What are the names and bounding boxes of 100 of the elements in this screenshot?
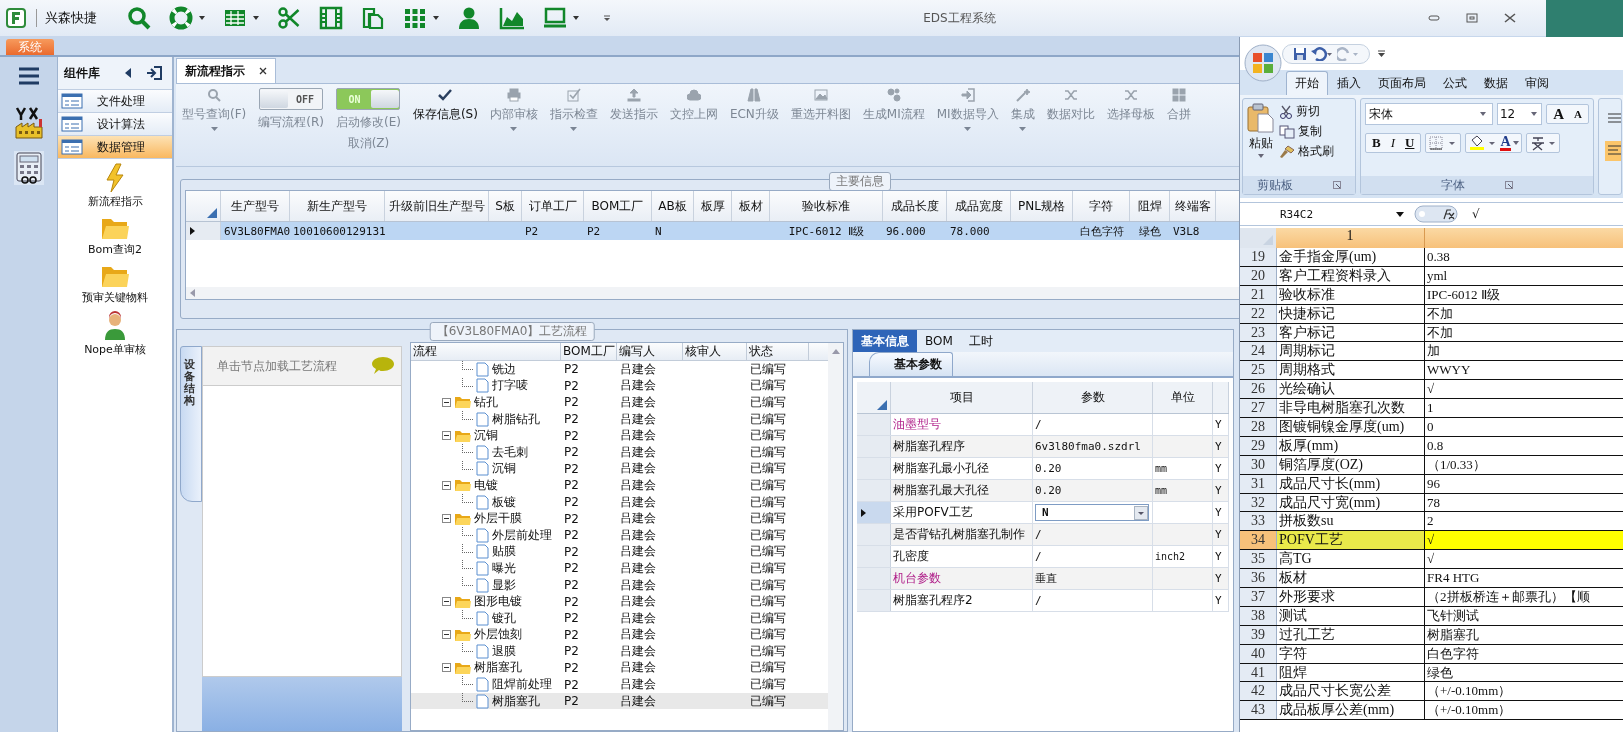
close-icon[interactable] [1504, 13, 1516, 23]
tree-item[interactable]: 铣边 [492, 360, 516, 378]
side-tab[interactable]: 设备结构 [180, 346, 202, 502]
align-left-icon[interactable] [1605, 141, 1621, 161]
column-header[interactable]: 新生产型号 [290, 191, 385, 221]
tree-item[interactable]: 打字唛 [492, 377, 528, 395]
document-tab[interactable]: 新流程指示 [176, 58, 276, 83]
tree-row[interactable]: 树脂塞孔 P2 吕建会 已编写 [411, 659, 828, 677]
collapse-icon[interactable] [442, 514, 451, 524]
caret-icon[interactable] [1134, 505, 1148, 520]
bold-button[interactable]: B [1368, 135, 1385, 151]
tree-item[interactable]: 板镀 [492, 493, 516, 511]
row-header[interactable]: 42 [1240, 682, 1277, 701]
login-icon[interactable] [146, 66, 162, 80]
formula-field[interactable]: √ [1462, 207, 1623, 221]
dialog-launcher-icon[interactable] [1333, 181, 1341, 189]
component-label[interactable]: 新流程指示 [87, 194, 143, 209]
tree-item[interactable]: 镀孔 [492, 609, 516, 627]
tree-row[interactable]: 外层前处理 P2 吕建会 已编写 [411, 526, 828, 544]
tree-row[interactable]: 沉铜 P2 吕建会 已编写 [411, 427, 828, 444]
font-size-field[interactable]: 12 [1496, 103, 1543, 125]
cut-button[interactable]: 剪切 [1279, 103, 1334, 120]
column-header[interactable]: 字符 [1073, 191, 1130, 221]
column-header[interactable]: 升级前旧生产型号 [385, 191, 489, 221]
row-header[interactable]: 37 [1240, 588, 1277, 606]
column-header[interactable]: AB板 [652, 191, 694, 221]
film-icon[interactable] [319, 6, 343, 30]
tree-row[interactable]: 电镀 P2 吕建会 已编写 [411, 477, 828, 494]
column-header[interactable]: 编写人 [617, 343, 683, 360]
row-header[interactable]: 43 [1240, 701, 1277, 720]
column-header[interactable]: 板厚 [694, 191, 732, 221]
tree-row[interactable]: 钻孔 P2 吕建会 已编写 [411, 394, 828, 411]
save-icon[interactable] [1293, 46, 1307, 61]
collapse-icon[interactable] [124, 68, 132, 78]
tree-item[interactable]: 贴膜 [492, 543, 516, 561]
ribbon-tab[interactable]: 页面布局 [1370, 72, 1434, 95]
tree-item[interactable]: 树脂塞孔 [492, 692, 540, 710]
tree-row[interactable]: 沉铜 P2 吕建会 已编写 [411, 460, 828, 478]
grow-font-button[interactable]: A [1549, 105, 1569, 123]
tab[interactable]: 基本信息 [853, 330, 917, 352]
area-chart-icon[interactable] [499, 6, 525, 30]
column-header[interactable]: 项目 [891, 382, 1033, 413]
caret-icon[interactable] [433, 16, 439, 20]
parameter-value[interactable]: 0.20 [1035, 462, 1062, 475]
row-header[interactable]: 36 [1240, 569, 1277, 588]
tab[interactable]: 工时 [960, 330, 1001, 352]
column-header[interactable]: 生产型号 [221, 191, 290, 221]
column-header[interactable]: 板材 [732, 191, 770, 221]
tree-row[interactable]: 贴膜 P2 吕建会 已编写 [411, 543, 828, 561]
tree-row[interactable]: 外层干膜 P2 吕建会 已编写 [411, 510, 828, 527]
shrink-font-button[interactable]: A [1570, 108, 1586, 120]
column-header[interactable]: BOM工厂 [561, 343, 617, 360]
tree-item[interactable]: 外层蚀刻 [474, 626, 522, 644]
tree-item[interactable]: 去毛刺 [492, 443, 528, 461]
search-icon[interactable] [127, 6, 151, 30]
tree-row[interactable]: 曝光 P2 吕建会 已编写 [411, 560, 828, 577]
person-icon[interactable] [103, 311, 127, 341]
parameter-value[interactable]: / [1035, 594, 1042, 607]
tree-item[interactable]: 图形电镀 [474, 593, 522, 611]
ribbon-tab[interactable]: 数据 [1476, 72, 1516, 95]
caret-icon[interactable] [253, 16, 259, 20]
person-icon[interactable] [457, 6, 481, 30]
tree-item[interactable]: 外层干膜 [474, 510, 522, 528]
tree-item[interactable]: 阻焊前处理 [492, 676, 552, 694]
tree-item[interactable]: 沉铜 [474, 427, 498, 445]
component-label[interactable]: Bom查询2 [88, 242, 142, 257]
row-header[interactable]: 28 [1240, 418, 1277, 436]
tree-row[interactable]: 打字唛 P2 吕建会 已编写 [411, 377, 828, 395]
tree-item[interactable]: 曝光 [492, 559, 516, 577]
dialog-launcher-icon[interactable] [1505, 181, 1513, 189]
component-label[interactable]: Nope单审核 [84, 342, 146, 357]
ribbon-tab[interactable]: 插入 [1329, 72, 1369, 95]
dropdown-field[interactable]: N [1035, 504, 1149, 521]
italic-button[interactable]: I [1386, 135, 1399, 151]
parameter-value[interactable]: / [1035, 418, 1042, 431]
parameter-value[interactable]: 垂直 [1035, 571, 1057, 586]
caret-icon[interactable] [1396, 211, 1404, 217]
collapse-icon[interactable] [442, 663, 451, 673]
grid-icon[interactable] [403, 6, 427, 30]
column-header[interactable]: 1 [1276, 228, 1425, 248]
format-painter-button[interactable]: 格式刷 [1279, 143, 1334, 160]
minimize-icon[interactable] [1428, 14, 1440, 22]
tree-item[interactable]: 钻孔 [474, 394, 498, 411]
column-header[interactable]: 成品长度 [883, 191, 947, 221]
tree-item[interactable]: 退膜 [492, 642, 516, 660]
column-header[interactable]: 成品宽度 [947, 191, 1011, 221]
calculator-icon[interactable] [13, 151, 44, 185]
row-header[interactable]: 25 [1240, 361, 1277, 380]
tree-row[interactable]: 退膜 P2 吕建会 已编写 [411, 643, 828, 660]
tree-row[interactable]: 铣边 P2 吕建会 已编写 [411, 361, 828, 378]
tree-row[interactable]: 镀孔 P2 吕建会 已编写 [411, 609, 828, 627]
lightning-icon[interactable] [104, 163, 126, 193]
row-header[interactable]: 35 [1240, 550, 1277, 569]
parameter-value[interactable]: / [1035, 550, 1042, 563]
column-header[interactable]: S板 [489, 191, 522, 221]
column-header[interactable]: 状态 [747, 343, 809, 360]
caret-icon[interactable] [573, 16, 579, 20]
column-header[interactable]: 单位 [1153, 382, 1213, 413]
tree-item[interactable]: 外层前处理 [492, 526, 552, 544]
column-header[interactable]: 流程 [411, 343, 561, 360]
